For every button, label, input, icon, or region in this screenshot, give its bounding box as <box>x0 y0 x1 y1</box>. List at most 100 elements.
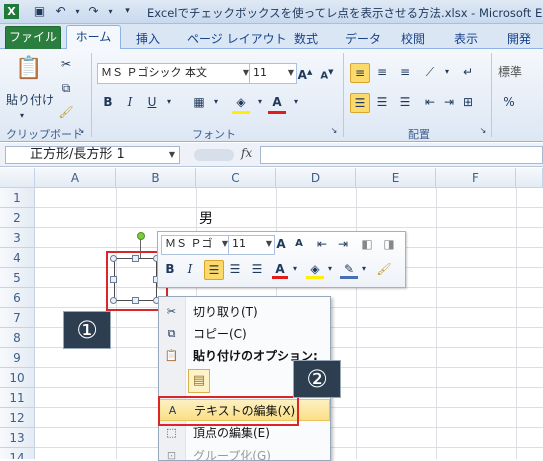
send-backward-icon[interactable]: ◨ <box>380 235 398 253</box>
menu-item-copy[interactable]: ⧉ コピー(C) <box>159 323 330 345</box>
increase-indent-icon[interactable]: ⇥ <box>440 93 458 111</box>
customize-qat-icon[interactable]: ▾ <box>120 4 135 19</box>
align-right-icon[interactable]: ☰ <box>396 93 414 111</box>
row-header[interactable]: 5 <box>0 268 35 288</box>
decrease-indent-icon[interactable]: ⇤ <box>421 93 439 111</box>
rotation-handle[interactable] <box>137 232 145 240</box>
select-all-corner[interactable] <box>0 168 35 188</box>
font-color-dropdown-icon[interactable]: ▾ <box>287 93 305 111</box>
fill-color-icon[interactable]: ◈ <box>306 260 324 279</box>
bold-icon[interactable]: B <box>162 260 178 278</box>
row-header[interactable]: 3 <box>0 228 35 248</box>
tab-developer[interactable]: 開発 <box>507 30 531 47</box>
underline-dropdown-icon[interactable]: ▾ <box>160 93 178 111</box>
tab-data[interactable]: データ <box>345 30 381 47</box>
bold-icon[interactable]: B <box>99 93 117 111</box>
fx-icon[interactable]: fx <box>241 146 252 160</box>
border-icon[interactable]: ▦ <box>190 93 208 111</box>
tab-file[interactable]: ファイル <box>5 26 61 50</box>
row-header[interactable]: 4 <box>0 248 35 268</box>
redo-icon[interactable]: ↷ <box>86 4 101 19</box>
row-header[interactable]: 12 <box>0 408 35 428</box>
row-header[interactable]: 9 <box>0 348 35 368</box>
alignment-launcher-icon[interactable]: ↘ <box>478 126 488 136</box>
middle-align-icon[interactable]: ≡ <box>373 63 391 81</box>
undo-icon[interactable]: ↶ <box>53 4 68 19</box>
font-launcher-icon[interactable]: ↘ <box>329 126 339 136</box>
column-header[interactable]: C <box>196 168 276 188</box>
paste-icon[interactable]: 📋 <box>12 54 46 84</box>
row-header[interactable]: 1 <box>0 188 35 208</box>
merge-cells-icon[interactable]: ⊞ <box>459 93 477 111</box>
bottom-align-icon[interactable]: ≡ <box>396 63 414 81</box>
cut-icon[interactable]: ✂ <box>57 55 75 73</box>
formula-input[interactable] <box>260 146 543 164</box>
align-center-icon[interactable]: ☰ <box>226 260 244 278</box>
top-align-icon[interactable]: ≡ <box>350 63 370 83</box>
row-header[interactable]: 10 <box>0 368 35 388</box>
clipboard-launcher-icon[interactable]: ↘ <box>76 126 86 136</box>
row-header[interactable]: 14 <box>0 448 35 459</box>
redo-dropdown-icon[interactable]: ▾ <box>103 4 118 19</box>
paste-dropdown-icon[interactable]: ▾ <box>20 107 24 125</box>
tab-formulas[interactable]: 数式 <box>294 30 318 47</box>
column-header[interactable] <box>516 168 543 188</box>
outline-color-dropdown-icon[interactable]: ▾ <box>359 260 369 278</box>
mini-font-name-combo[interactable]: ＭＳ Ｐゴ ▼ <box>161 235 231 255</box>
column-header[interactable]: A <box>35 168 116 188</box>
wrap-text-icon[interactable]: ↵ <box>459 63 477 81</box>
save-icon[interactable]: ▣ <box>32 4 47 19</box>
italic-icon[interactable]: I <box>121 93 139 111</box>
row-header[interactable]: 8 <box>0 328 35 348</box>
column-header[interactable]: D <box>276 168 356 188</box>
align-center-icon[interactable]: ☰ <box>373 93 391 111</box>
row-header[interactable]: 13 <box>0 428 35 448</box>
paste-button-label[interactable]: 貼り付け <box>6 91 54 109</box>
paste-option-button[interactable]: ▤ <box>188 369 210 393</box>
font-color-dropdown-icon[interactable]: ▾ <box>290 260 300 278</box>
tab-review[interactable]: 校閲 <box>401 30 425 47</box>
grow-font-icon[interactable]: A <box>273 235 289 253</box>
tab-view[interactable]: 表示 <box>454 30 478 47</box>
fill-color-dropdown-icon[interactable]: ▾ <box>251 93 269 111</box>
fill-color-dropdown-icon[interactable]: ▾ <box>325 260 335 278</box>
name-box[interactable]: 正方形/長方形 1 ▼ <box>5 146 180 164</box>
menu-item-cut[interactable]: ✂ 切り取り(T) <box>159 301 330 323</box>
column-header[interactable]: B <box>116 168 196 188</box>
column-header[interactable]: F <box>436 168 516 188</box>
row-header[interactable]: 11 <box>0 388 35 408</box>
row-header[interactable]: 2 <box>0 208 35 228</box>
tab-home[interactable]: ホーム <box>66 25 121 51</box>
grow-font-icon[interactable]: A▲ <box>296 63 314 82</box>
row-header[interactable]: 6 <box>0 288 35 308</box>
orientation-dropdown-icon[interactable]: ▾ <box>438 63 456 81</box>
italic-icon[interactable]: I <box>182 260 198 278</box>
font-size-combo[interactable]: 11 ▼ <box>249 63 297 84</box>
shrink-font-icon[interactable]: A <box>291 235 307 253</box>
normal-style-label[interactable]: 標準 <box>498 63 522 81</box>
number-format-icon[interactable]: % <box>500 93 518 111</box>
border-dropdown-icon[interactable]: ▾ <box>207 93 225 111</box>
format-painter-icon[interactable]: 🖌 <box>375 260 393 278</box>
increase-indent-icon[interactable]: ⇥ <box>334 235 352 253</box>
tab-page-layout[interactable]: ページ レイアウト <box>187 30 287 47</box>
row-header[interactable]: 7 <box>0 308 35 328</box>
column-header[interactable]: E <box>356 168 436 188</box>
mini-font-size-combo[interactable]: 11 ▼ <box>228 235 275 255</box>
shrink-font-icon[interactable]: A▼ <box>318 63 336 81</box>
underline-icon[interactable]: U <box>143 93 161 111</box>
bring-forward-icon[interactable]: ◧ <box>358 235 376 253</box>
orientation-icon[interactable]: ⟋ <box>421 63 439 81</box>
outline-color-icon[interactable]: ✎ <box>340 260 358 279</box>
align-right-icon[interactable]: ☰ <box>248 260 266 278</box>
align-left-icon[interactable]: ☰ <box>204 260 224 280</box>
format-painter-icon[interactable]: 🖌 <box>57 103 75 121</box>
cell-text[interactable]: 男 <box>199 208 213 228</box>
font-color-icon[interactable]: A <box>268 93 286 114</box>
fill-color-icon[interactable]: ◈ <box>232 93 250 114</box>
align-left-icon[interactable]: ☰ <box>350 93 370 113</box>
formula-bar-splitter[interactable] <box>194 149 234 161</box>
decrease-indent-icon[interactable]: ⇤ <box>313 235 331 253</box>
font-name-combo[interactable]: ＭＳ Ｐゴシック 本文 ▼ <box>97 63 252 84</box>
undo-dropdown-icon[interactable]: ▾ <box>70 4 85 19</box>
